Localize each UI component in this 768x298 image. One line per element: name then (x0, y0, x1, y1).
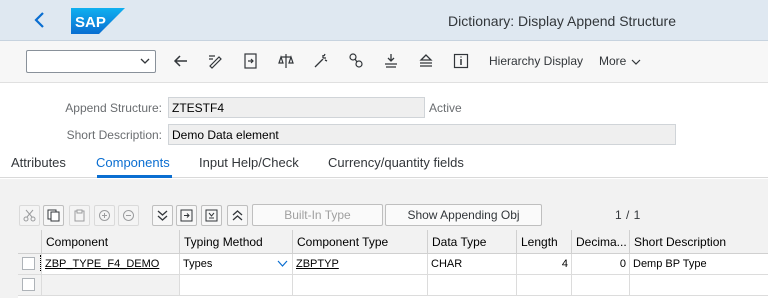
column-header-length[interactable]: Length (517, 230, 572, 254)
table-cell-component[interactable] (42, 275, 180, 296)
built-in-type-button[interactable]: Built-In Type (252, 204, 383, 226)
row-selector-checkbox[interactable] (22, 278, 35, 291)
display-list-button[interactable] (417, 52, 435, 70)
double-chevron-up-icon (232, 210, 243, 221)
display-list-icon (419, 54, 433, 67)
page-indicator: 1 / 1 (615, 208, 641, 222)
where-used-button[interactable] (347, 52, 365, 70)
components-table: Component Typing Method Component Type D… (18, 230, 768, 298)
row-selector-checkbox[interactable] (22, 257, 35, 270)
other-object-icon (244, 53, 257, 69)
activate-button[interactable] (312, 52, 330, 70)
scroll-bottom-button[interactable] (152, 205, 173, 226)
status-text: Active (429, 101, 462, 115)
activate-icon (314, 53, 328, 68)
info-icon (453, 53, 469, 69)
component-link[interactable]: ZBP_TYPE_F4_DEMO (45, 258, 159, 270)
scissors-icon (23, 209, 36, 222)
paste-icon (74, 209, 85, 222)
back-arrow-icon (173, 55, 187, 67)
page-title: Dictionary: Display Append Structure (448, 13, 676, 29)
chevron-down-icon[interactable] (277, 259, 288, 268)
cut-button[interactable] (19, 205, 40, 226)
row-selector-cell[interactable] (18, 275, 42, 296)
table-cell-component-type[interactable]: ZBPTYP (293, 254, 428, 275)
cell-focus-indicator (40, 255, 43, 271)
table-cell-component[interactable]: ZBP_TYPE_F4_DEMO (42, 254, 180, 275)
column-header-data-type[interactable]: Data Type (428, 230, 517, 254)
check-button[interactable] (277, 52, 295, 70)
double-chevron-down-icon (157, 210, 168, 221)
toggle-display-change-icon (209, 55, 222, 69)
expand-button[interactable] (176, 205, 197, 226)
tab-input-help-check[interactable]: Input Help/Check (199, 155, 299, 170)
show-appending-obj-button[interactable]: Show Appending Obj (385, 204, 542, 226)
plus-circle-icon (99, 210, 110, 221)
command-field[interactable] (26, 50, 156, 73)
paste-button[interactable] (69, 205, 90, 226)
tab-components[interactable]: Components (96, 155, 170, 170)
scroll-top-button[interactable] (227, 205, 248, 226)
hierarchy-display-button[interactable]: Hierarchy Display (489, 54, 583, 68)
collapse-button[interactable] (201, 205, 222, 226)
table-cell-decimals[interactable] (572, 275, 630, 296)
short-description-field[interactable]: Demo Data element (168, 124, 676, 145)
table-cell-data-type[interactable] (428, 275, 517, 296)
application-toolbar: Hierarchy Display More (0, 41, 768, 83)
table-cell-typing-method[interactable] (180, 275, 293, 296)
table-cell-short-description[interactable]: Demp BP Type (630, 254, 768, 275)
table-cell-decimals[interactable]: 0 (572, 254, 630, 275)
copy-icon (47, 209, 60, 222)
table-cell-length[interactable]: 4 (517, 254, 572, 275)
component-type-link[interactable]: ZBPTYP (296, 258, 339, 270)
sap-logo: SAP (71, 8, 125, 34)
short-description-label: Short Description: (66, 128, 162, 142)
column-header-decimals[interactable]: Decima... (572, 230, 630, 254)
minus-circle-icon (123, 210, 134, 221)
table-cell-data-type[interactable]: CHAR (428, 254, 517, 275)
chevron-down-icon[interactable] (139, 54, 151, 68)
info-button[interactable] (452, 52, 470, 70)
back-button[interactable] (28, 8, 52, 32)
table-cell-component-type[interactable] (293, 275, 428, 296)
chevron-left-icon (34, 12, 44, 28)
where-used-icon (349, 53, 363, 68)
other-object-button[interactable] (242, 52, 260, 70)
more-label: More (599, 54, 627, 68)
expand-icon (180, 209, 193, 222)
append-structure-label: Append Structure: (65, 101, 162, 115)
svg-text:SAP: SAP (75, 14, 106, 31)
row-selector-header[interactable] (18, 230, 42, 254)
insert-row-button[interactable] (94, 205, 115, 226)
object-list-button[interactable] (382, 52, 400, 70)
collapse-icon (205, 209, 218, 222)
column-header-component-type[interactable]: Component Type (293, 230, 428, 254)
chevron-down-icon (631, 59, 641, 65)
table-cell-short-description[interactable] (630, 275, 768, 296)
typing-method-value: Types (183, 258, 213, 270)
toggle-display-change-button[interactable] (207, 52, 225, 70)
shell-bar: SAP Dictionary: Display Append Structure (0, 0, 768, 41)
column-header-typing-method[interactable]: Typing Method (180, 230, 293, 254)
tab-currency-quantity-fields[interactable]: Currency/quantity fields (328, 155, 464, 170)
table-cell-typing-method[interactable]: Types (180, 254, 293, 275)
copy-button[interactable] (43, 205, 64, 226)
delete-row-button[interactable] (118, 205, 139, 226)
active-tab-indicator (97, 175, 172, 178)
check-icon (278, 54, 294, 68)
column-header-short-description[interactable]: Short Description (630, 230, 768, 254)
object-list-icon (385, 54, 397, 68)
column-header-component[interactable]: Component (42, 230, 180, 254)
more-menu-button[interactable]: More (599, 54, 641, 68)
append-structure-field[interactable]: ZTESTF4 (168, 97, 425, 118)
tab-bar: Attributes Components Input Help/Check C… (0, 152, 768, 178)
back-arrow-button[interactable] (172, 52, 190, 70)
tab-attributes[interactable]: Attributes (11, 155, 66, 170)
row-selector-cell[interactable] (18, 254, 42, 275)
table-cell-length[interactable] (517, 275, 572, 296)
